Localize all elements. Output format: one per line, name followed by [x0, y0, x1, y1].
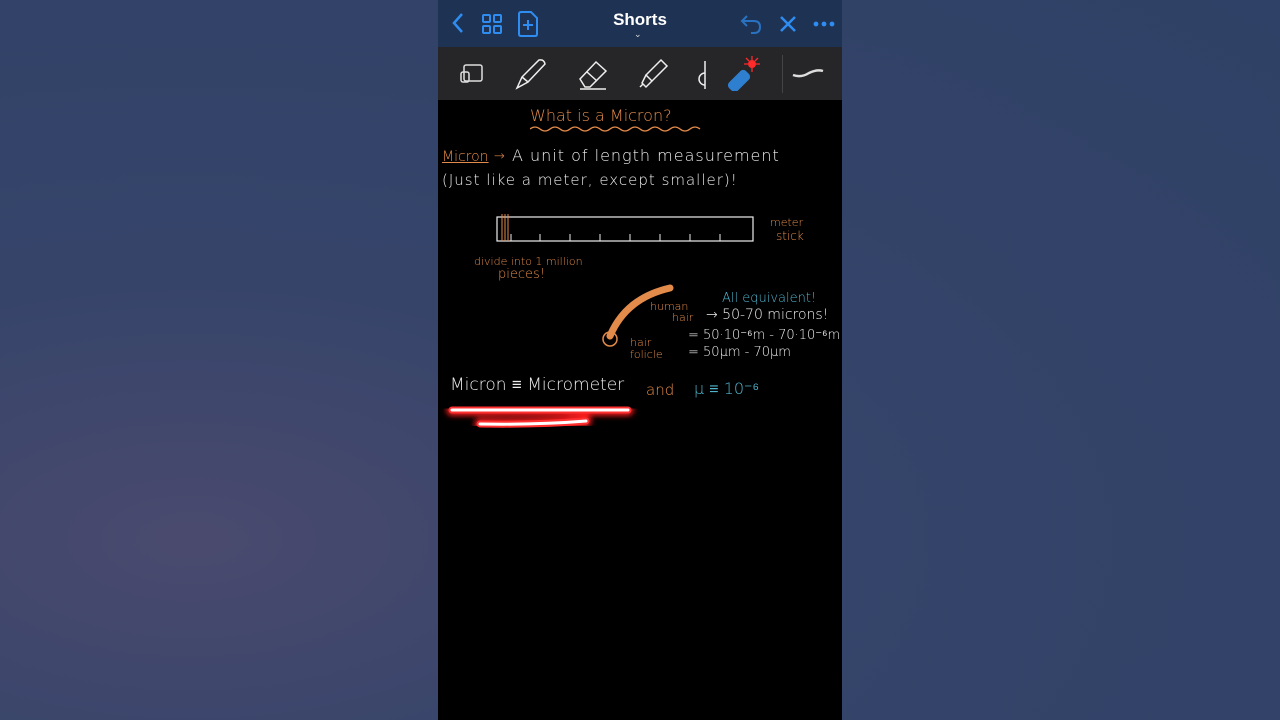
note-title: What is a Micron? — [530, 106, 672, 125]
arrow: → — [494, 149, 505, 164]
lasso-icon[interactable] — [458, 61, 486, 87]
micron-definition: Micron ≡ Micrometer — [450, 375, 625, 395]
undo-icon[interactable] — [738, 12, 764, 36]
meter-label: meter — [770, 216, 804, 229]
stick-label: stick — [776, 229, 804, 243]
laser-pointer-icon[interactable] — [728, 55, 764, 91]
highlighter-icon[interactable] — [636, 57, 670, 91]
equation-2: = 50·10⁻⁶m - 70·10⁻⁶m — [688, 328, 841, 343]
meter-stick-drawing — [496, 214, 754, 242]
equation-1: → 50-70 microns! — [706, 307, 829, 323]
title-underline — [530, 126, 701, 132]
pen-icon[interactable] — [514, 57, 548, 91]
laser-underline — [446, 404, 634, 430]
hair-label: hair — [672, 311, 694, 324]
divider — [782, 55, 783, 93]
close-icon[interactable] — [776, 12, 800, 36]
eraser-icon[interactable] — [576, 57, 610, 91]
comparison-text: (Just like a meter, except smaller)! — [442, 171, 738, 189]
equivalent-note: All equivalent! — [722, 291, 817, 306]
more-icon[interactable] — [812, 14, 836, 34]
note-canvas[interactable]: What is a Micron? Micron → A unit of len… — [438, 100, 842, 720]
follicle-label-2: folicle — [630, 348, 663, 361]
pieces-note: pieces! — [498, 267, 545, 282]
notes-app: Shorts ⌄ What is a Micron? Micron → A un… — [438, 0, 842, 720]
stroke-width-icon[interactable] — [790, 61, 826, 85]
definition-text: A unit of length measurement — [512, 146, 780, 165]
tool-bar — [438, 47, 842, 100]
micron-label: Micron — [442, 149, 489, 165]
top-bar: Shorts ⌄ — [438, 0, 842, 47]
chevron-down-icon[interactable]: ⌄ — [634, 30, 642, 40]
equation-3: = 50μm - 70μm — [688, 345, 791, 360]
micro-prefix: μ ≡ 10⁻⁶ — [694, 379, 760, 398]
shape-icon[interactable] — [694, 59, 714, 89]
